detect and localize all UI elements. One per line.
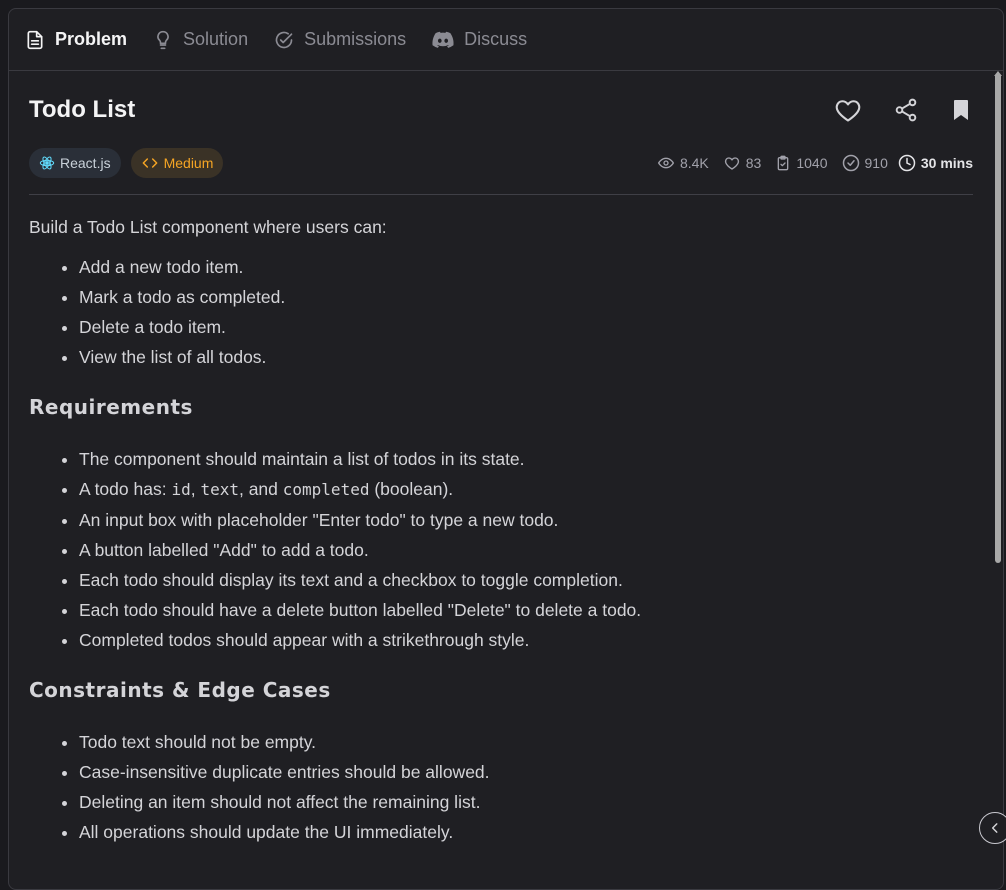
- time-stat: 30 mins: [898, 154, 973, 172]
- scrollbar-thumb[interactable]: [995, 73, 1001, 563]
- bookmark-button[interactable]: [949, 97, 973, 123]
- meta-row: React.js Medium 8.4K 83 1040 910 30 mins: [29, 145, 973, 195]
- feature-list: Add a new todo item. Mark a todo as comp…: [29, 252, 973, 372]
- tab-solution-label: Solution: [183, 29, 249, 49]
- difficulty-badge: Medium: [130, 148, 224, 178]
- title-actions: [803, 96, 973, 124]
- difficulty-label: Medium: [163, 155, 214, 171]
- tech-tag-label: React.js: [60, 155, 111, 171]
- eye-icon: [657, 157, 675, 169]
- list-item: Case-insensitive duplicate entries shoul…: [79, 757, 973, 787]
- list-item: Delete a todo item.: [79, 312, 973, 342]
- solved-count: 910: [864, 155, 888, 171]
- submissions-count: 1040: [796, 155, 828, 171]
- likes-stat: 83: [723, 155, 762, 171]
- tab-discuss[interactable]: Discuss: [432, 29, 527, 50]
- tab-problem-label: Problem: [55, 29, 128, 49]
- document-icon: [27, 30, 43, 49]
- submissions-stat: 1040: [775, 154, 828, 172]
- lightbulb-icon: [157, 30, 169, 49]
- list-item: Completed todos should appear with a str…: [79, 625, 973, 655]
- problem-content: Todo List React.js Medium 8.4K 83 1040 9…: [9, 71, 1003, 847]
- like-button[interactable]: [833, 96, 863, 124]
- check-circle-small-icon: [842, 154, 859, 172]
- constraints-list: Todo text should not be empty. Case-inse…: [29, 727, 973, 847]
- text-span: (boolean).: [369, 479, 454, 499]
- requirements-heading: Requirements: [29, 395, 193, 419]
- constraints-heading: Constraints & Edge Cases: [29, 678, 331, 702]
- tab-bar: Problem Solution Submissions Discuss: [9, 9, 1003, 71]
- problem-panel: Problem Solution Submissions Discuss Tod…: [8, 8, 1004, 890]
- title-row: Todo List: [29, 71, 973, 147]
- list-item: Mark a todo as completed.: [79, 282, 973, 312]
- tab-solution[interactable]: Solution: [153, 29, 248, 50]
- list-item: Each todo should have a delete button la…: [79, 595, 973, 625]
- list-item: Each todo should display its text and a …: [79, 565, 973, 595]
- views-count: 8.4K: [679, 155, 709, 171]
- requirements-list: The component should maintain a list of …: [29, 444, 973, 655]
- problem-stats: 8.4K 83 1040 910 30 mins: [643, 154, 973, 172]
- heart-outline-icon: [724, 157, 739, 170]
- tab-submissions[interactable]: Submissions: [274, 29, 406, 50]
- bookmark-icon: [954, 100, 968, 120]
- heart-icon: [835, 100, 861, 122]
- code-span: completed: [282, 480, 370, 499]
- discord-icon: [432, 31, 454, 48]
- code-span: text: [200, 480, 239, 499]
- code-icon: [142, 158, 157, 168]
- list-item: Deleting an item should not affect the r…: [79, 787, 973, 817]
- views-stat: 8.4K: [657, 155, 709, 171]
- tech-tag[interactable]: React.js: [29, 148, 121, 178]
- share-button[interactable]: [893, 97, 919, 123]
- list-item: An input box with placeholder "Enter tod…: [79, 505, 973, 535]
- list-item: All operations should update the UI imme…: [79, 817, 973, 847]
- text-span: , and: [238, 479, 283, 499]
- tab-problem[interactable]: Problem: [25, 29, 127, 50]
- likes-count: 83: [745, 155, 762, 171]
- time-estimate: 30 mins: [920, 155, 973, 171]
- list-item: The component should maintain a list of …: [79, 444, 973, 474]
- clipboard-check-icon: [778, 155, 789, 171]
- list-item: Todo text should not be empty.: [79, 727, 973, 757]
- share-icon: [895, 98, 917, 122]
- list-item: A button labelled "Add" to add a todo.: [79, 535, 973, 565]
- list-item: Add a new todo item.: [79, 252, 973, 282]
- problem-title: Todo List: [29, 96, 136, 123]
- collapse-panel-button[interactable]: [979, 812, 1006, 844]
- chevron-left-icon: [991, 823, 998, 833]
- text-span: A todo has:: [79, 479, 172, 499]
- text-span: ,: [190, 479, 201, 499]
- clock-icon: [898, 154, 916, 172]
- react-icon: [39, 156, 55, 170]
- list-item: A todo has: id, text, and completed (boo…: [79, 474, 973, 505]
- problem-intro: Build a Todo List component where users …: [29, 217, 387, 237]
- check-circle-icon: [275, 31, 293, 48]
- tab-discuss-label: Discuss: [464, 29, 528, 49]
- list-item: View the list of all todos.: [79, 342, 973, 372]
- code-span: id: [171, 480, 191, 499]
- tab-submissions-label: Submissions: [304, 29, 407, 49]
- tag-chips: React.js Medium: [29, 148, 233, 178]
- solved-stat: 910: [842, 154, 888, 172]
